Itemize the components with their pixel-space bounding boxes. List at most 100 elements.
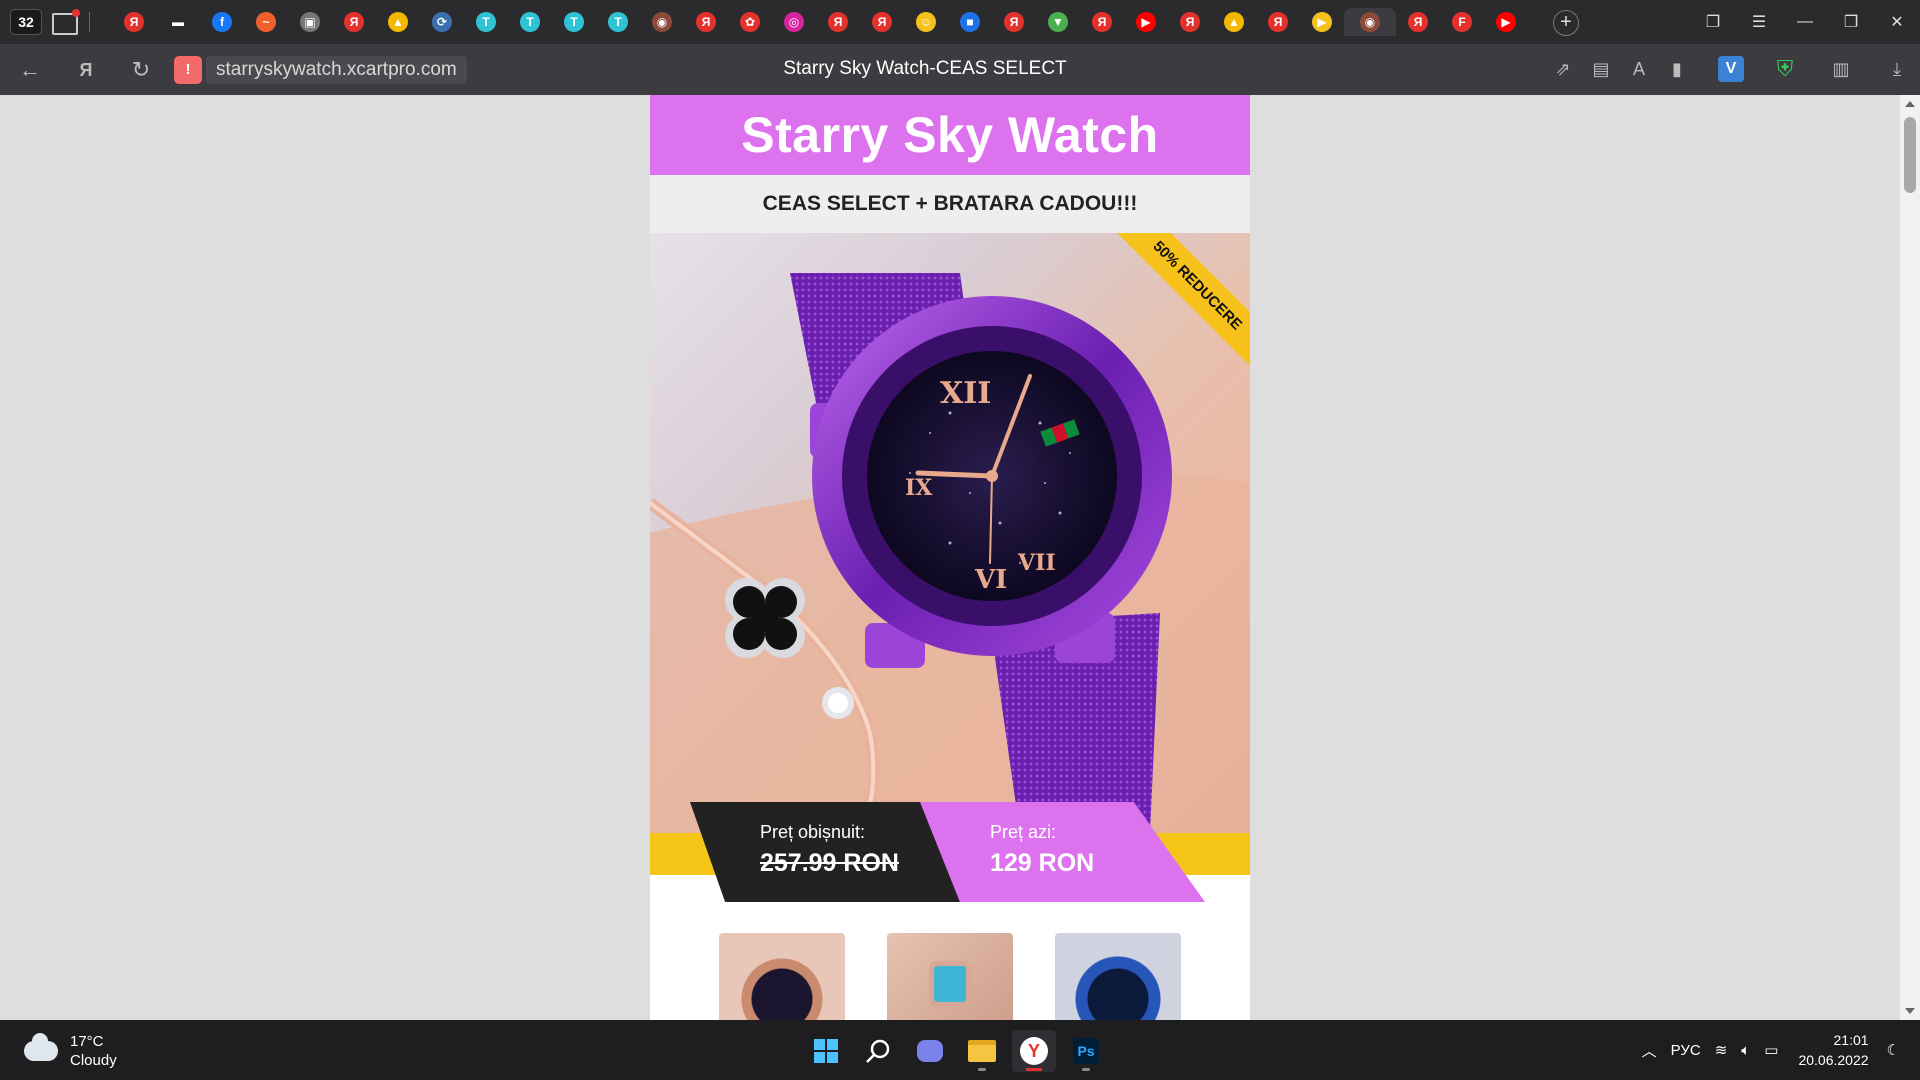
pinned-tab[interactable]: Я [684, 8, 728, 36]
scrollbar-thumb[interactable] [1904, 117, 1916, 193]
notifications-moon-icon[interactable]: ☾ [1887, 1041, 1900, 1059]
pinned-tab[interactable]: F [1440, 8, 1484, 36]
pinned-tab[interactable]: Я [860, 8, 904, 36]
pinned-tab[interactable]: ✿ [728, 8, 772, 36]
pinned-tab[interactable]: T [596, 8, 640, 36]
warning-icon[interactable]: ! [174, 56, 202, 84]
yandex-home-button[interactable]: Я [72, 56, 100, 84]
reader-mode-icon[interactable]: ▤ [1586, 54, 1616, 84]
pinned-tab[interactable]: ▶ [1124, 8, 1168, 36]
close-button[interactable]: ✕ [1874, 0, 1920, 44]
restore-button[interactable]: ❐ [1828, 0, 1874, 44]
magnifier-glyph [866, 1039, 890, 1063]
weather-widget[interactable]: 17°C Cloudy [24, 1032, 117, 1070]
watch-icon: ◉ [652, 12, 672, 32]
windows-start-icon[interactable] [804, 1030, 848, 1072]
thumbnail-rose-gold-watch[interactable] [719, 933, 845, 1020]
address-bar[interactable]: ! starryskywatch.xcartpro.com [174, 56, 467, 84]
pinned-tab[interactable]: Я [1080, 8, 1124, 36]
pinned-tab[interactable]: ▼ [1036, 8, 1080, 36]
wifi-icon[interactable]: ≋ [1715, 1041, 1728, 1059]
battery-icon[interactable]: ▭ [1764, 1041, 1778, 1059]
pinned-tab[interactable]: T [508, 8, 552, 36]
yandex-icon: Я [696, 12, 716, 32]
window-controls: ❐ ☰ — ❐ ✕ [1690, 0, 1920, 44]
page-scrollbar[interactable] [1900, 95, 1920, 1020]
facebook-icon: f [212, 12, 232, 32]
back-button[interactable]: ← [16, 56, 44, 84]
menu-icon[interactable]: ☰ [1736, 0, 1782, 44]
pinned-tab[interactable]: ⟳ [420, 8, 464, 36]
bookmark-icon[interactable]: ▮ [1662, 54, 1692, 84]
reload-button[interactable]: ↻ [127, 56, 155, 84]
pinned-tab[interactable]: Я [112, 8, 156, 36]
pinned-tab[interactable]: ▲ [1212, 8, 1256, 36]
pinned-tab[interactable]: ▲ [376, 8, 420, 36]
tab-manager-icon[interactable] [52, 9, 80, 35]
pinned-tab[interactable]: ☺ [904, 8, 948, 36]
yandex-glyph: Y [1020, 1037, 1048, 1065]
pinned-tab[interactable]: ▶ [1484, 8, 1528, 36]
sidebar-icon[interactable]: ▥ [1826, 54, 1856, 84]
pinned-tab[interactable]: f [200, 8, 244, 36]
meet-icon[interactable] [908, 1030, 952, 1072]
scroll-down-arrow-icon[interactable] [1905, 1008, 1915, 1014]
download-icon: ▼ [1048, 12, 1068, 32]
pinned-tabs: Я ▬ f ~ ▣ Я ▲ ⟳ T T T T ◉ Я ✿ ◎ Я Я ☺ ■ Я ▼ Я ▶ Я ▲ Я ▶ ◉ Я F ▶ [112, 8, 1528, 36]
pinned-tab[interactable]: Я [816, 8, 860, 36]
clock[interactable]: 21:01 20.06.2022 [1798, 1030, 1868, 1070]
pinned-tab[interactable]: ◉ [1344, 8, 1396, 36]
collections-icon[interactable]: ❐ [1690, 0, 1736, 44]
product-thumbnails [650, 933, 1250, 1020]
scroll-up-arrow-icon[interactable] [1905, 101, 1915, 107]
minimize-button[interactable]: — [1782, 0, 1828, 44]
pinned-tab[interactable]: Я [1168, 8, 1212, 36]
image-icon: ▣ [300, 12, 320, 32]
pinned-tab[interactable]: ◉ [640, 8, 684, 36]
mail-icon: ▬ [168, 12, 188, 32]
pinned-tab[interactable]: T [464, 8, 508, 36]
ps-glyph: Ps [1073, 1038, 1099, 1064]
language-indicator[interactable]: РУС [1671, 1042, 1701, 1059]
svg-text:IX: IX [905, 475, 933, 501]
photos-icon: ▲ [388, 12, 408, 32]
tab-count-button[interactable]: 32 [10, 9, 42, 35]
url-text[interactable]: starryskywatch.xcartpro.com [206, 56, 467, 84]
volume-icon[interactable]: 🔈︎ [1741, 1042, 1750, 1059]
show-hidden-icons-chevron-icon[interactable]: ︿ [1642, 1040, 1657, 1061]
share-icon[interactable]: ⇗ [1548, 54, 1578, 84]
thumbnail-blue-watch[interactable] [1055, 933, 1181, 1020]
pinned-tab[interactable]: ◎ [772, 8, 816, 36]
shirt-icon: T [608, 12, 628, 32]
search-icon[interactable] [856, 1030, 900, 1072]
product-photo: XII IX VI VII 50% REDUCERE [650, 233, 1250, 833]
regular-price-box: Preț obișnuit: 257.99 RON [690, 802, 960, 902]
pinned-tab[interactable]: Я [1396, 8, 1440, 36]
new-tab-button[interactable]: + [1553, 10, 1579, 36]
pinned-tab[interactable]: ~ [244, 8, 288, 36]
translate-icon[interactable]: A [1624, 54, 1654, 84]
folder-glyph [968, 1040, 996, 1062]
svg-text:XII: XII [940, 376, 991, 411]
pinned-tab[interactable]: T [552, 8, 596, 36]
pinned-tab[interactable]: ▣ [288, 8, 332, 36]
system-tray: ︿ РУС ≋ 🔈︎ ▭ 21:01 20.06.2022 ☾ [1628, 1030, 1900, 1070]
tab-separator [89, 12, 90, 32]
protect-shield-icon[interactable]: ⛨ [1770, 54, 1800, 84]
square-watch-face [929, 961, 971, 1007]
pinned-tab[interactable]: Я [332, 8, 376, 36]
chat-icon: ■ [960, 12, 980, 32]
file-explorer-icon[interactable] [960, 1030, 1004, 1072]
downloads-icon[interactable]: ⤓ [1882, 54, 1912, 84]
pinned-tab[interactable]: ▬ [156, 8, 200, 36]
thumbnail-square-watch[interactable] [887, 933, 1013, 1020]
extension-v-icon[interactable]: V [1718, 56, 1744, 82]
photoshop-icon[interactable]: Ps [1064, 1030, 1108, 1072]
yandex-browser-icon[interactable]: Y [1012, 1030, 1056, 1072]
pinned-tab[interactable]: ■ [948, 8, 992, 36]
pinned-tab[interactable]: Я [992, 8, 1036, 36]
instagram-icon: ◎ [784, 12, 804, 32]
yandex-icon: Я [1092, 12, 1112, 32]
pinned-tab[interactable]: Я [1256, 8, 1300, 36]
pinned-tab[interactable]: ▶ [1300, 8, 1344, 36]
